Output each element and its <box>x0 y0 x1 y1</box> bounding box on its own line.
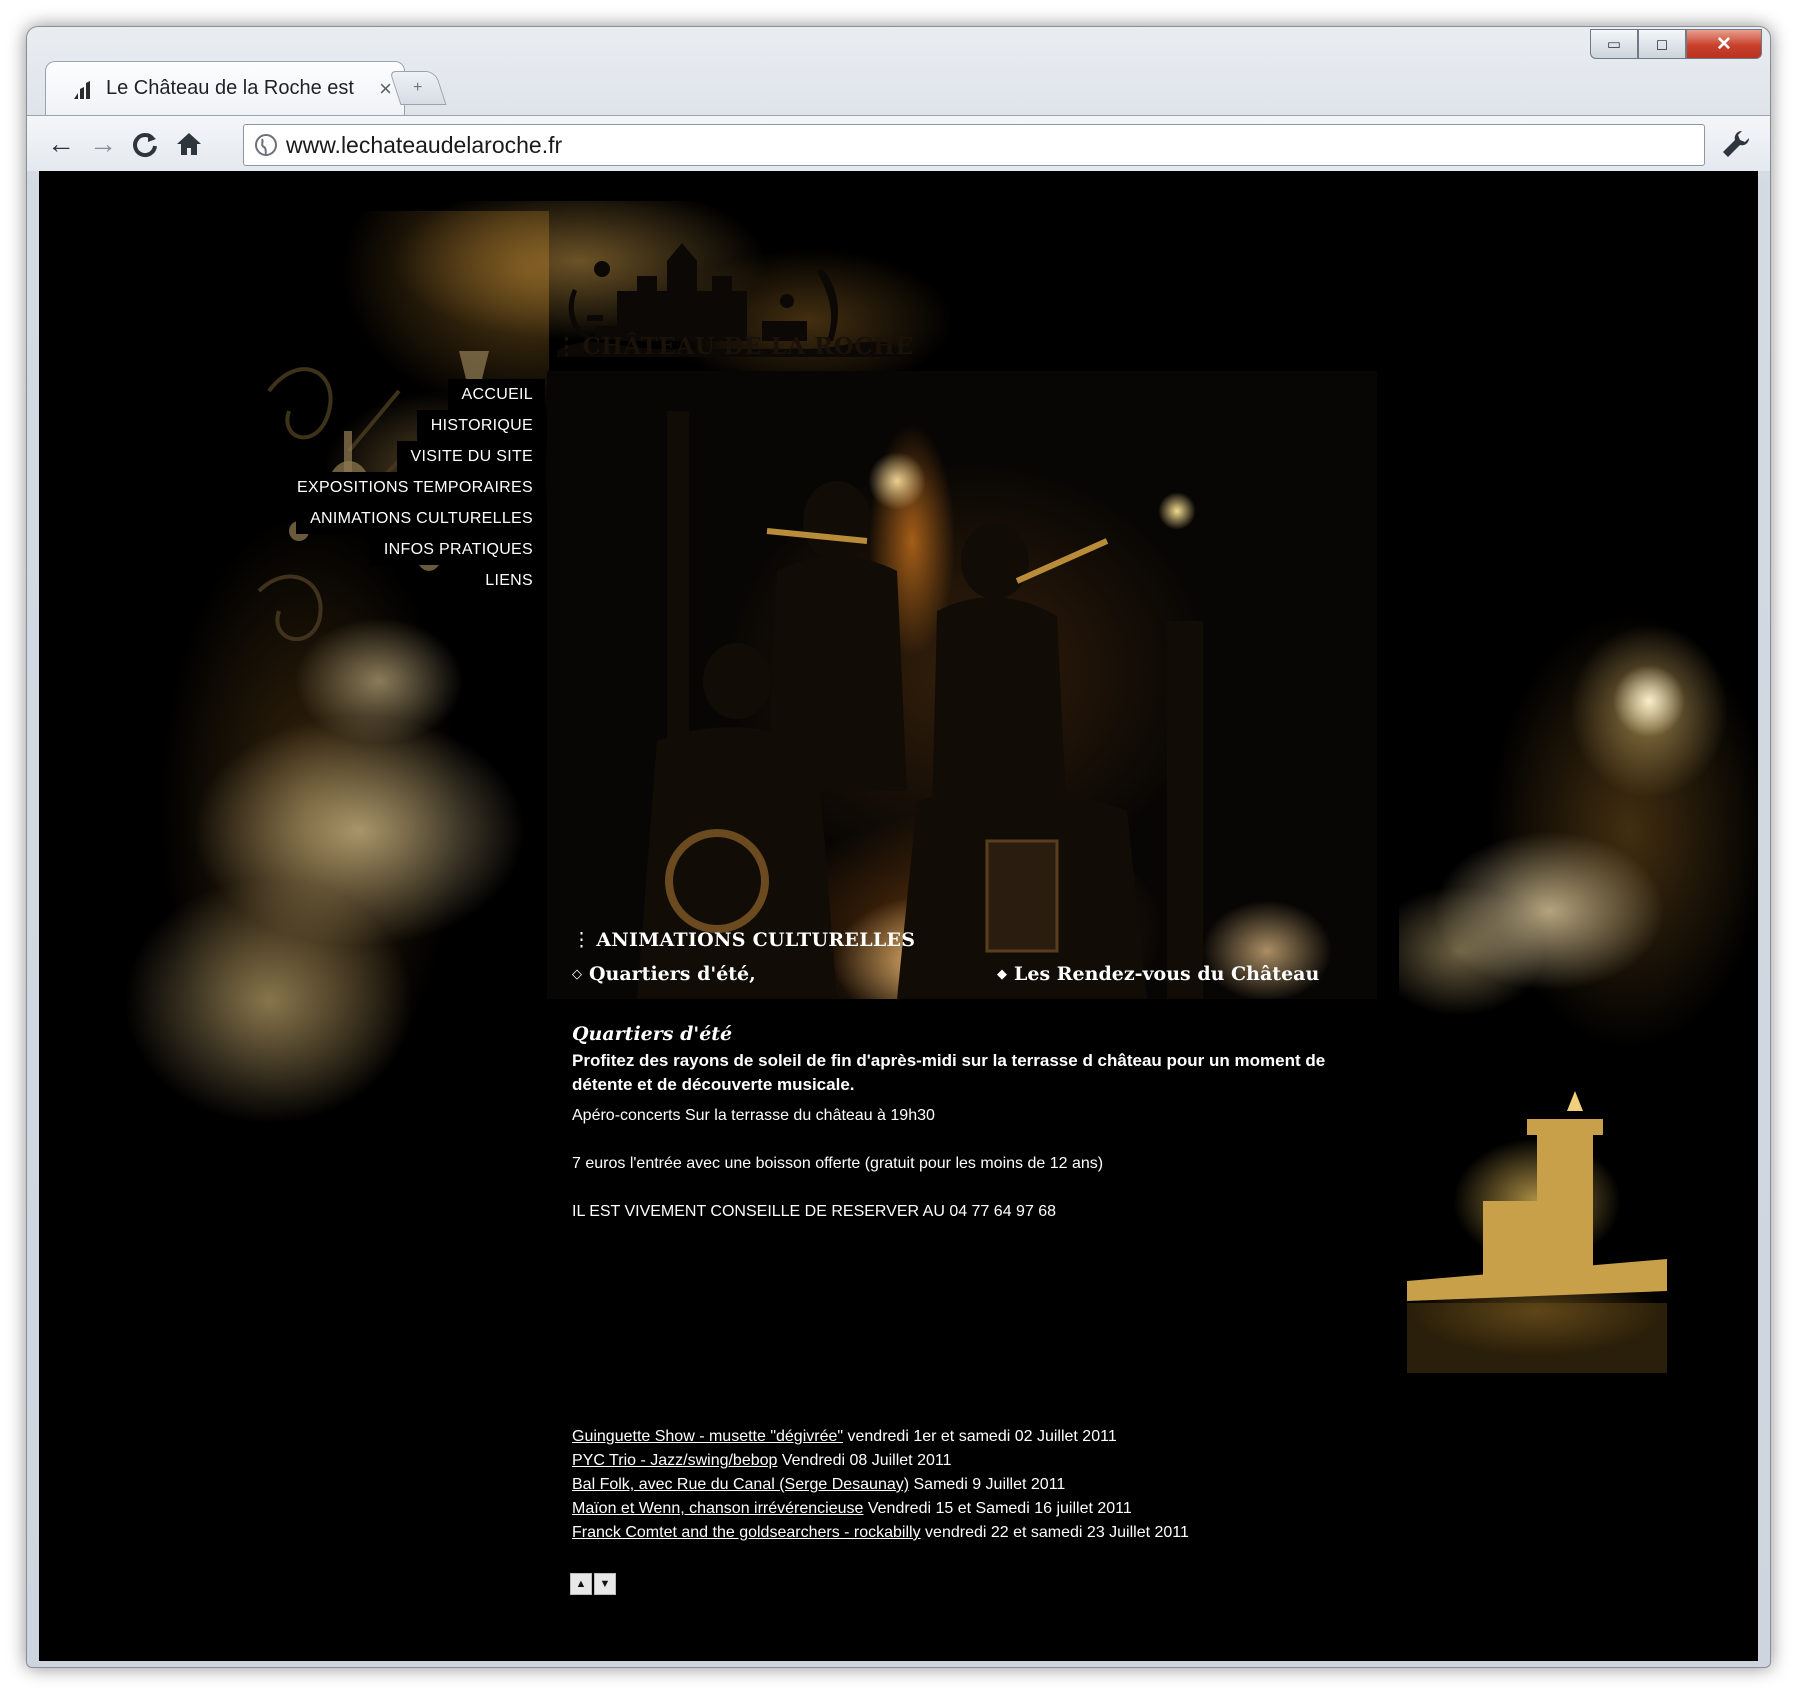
hero-photo-musicians <box>547 371 1377 999</box>
new-tab-icon: + <box>413 79 423 96</box>
close-window-button[interactable]: ✕ <box>1686 29 1762 59</box>
content-heading: Quartiers d'été <box>572 1023 733 1045</box>
home-icon <box>177 133 201 155</box>
subnav-label: Les Rendez-vous du Château <box>1014 963 1320 985</box>
home-button[interactable] <box>171 126 207 162</box>
forward-button[interactable]: → <box>85 126 121 162</box>
maximize-button[interactable]: ◻ <box>1638 29 1686 59</box>
price-text: 7 euros l'entrée avec une boisson offert… <box>572 1155 1104 1172</box>
list-item: PYC Trio - Jazz/swing/bebop Vendredi 08 … <box>572 1449 1189 1473</box>
menu-item-animations-culturelles[interactable]: ANIMATIONS CULTURELLES <box>296 503 545 534</box>
site-logo-text[interactable]: ⋮ CHÂTEAU DE LA ROCHE <box>555 333 913 360</box>
scroll-up-button[interactable]: ▲ <box>570 1573 592 1595</box>
back-arrow-icon: ← <box>47 128 75 159</box>
subnav-label: Quartiers d'été, <box>589 963 756 985</box>
events-list: Guinguette Show - musette "dégivrée" ven… <box>572 1425 1189 1545</box>
subnav-rendez-vous[interactable]: ◆ Les Rendez-vous du Château <box>997 963 1319 985</box>
browser-tab[interactable]: Le Château de la Roche est × <box>45 61 405 115</box>
aperitif-text: Apéro-concerts Sur la terrasse du châtea… <box>572 1107 935 1124</box>
event-date: vendredi 22 et samedi 23 Juillet 2011 <box>920 1524 1189 1541</box>
menu-item-liens[interactable]: LIENS <box>471 565 545 596</box>
reload-button[interactable] <box>127 126 163 162</box>
tab-close-icon[interactable]: × <box>379 76 392 102</box>
list-item: Guinguette Show - musette "dégivrée" ven… <box>572 1425 1189 1449</box>
page-viewport: ⋮ CHÂTEAU DE LA ROCHE ACCUEIL HISTORIQUE … <box>39 171 1758 1661</box>
forward-arrow-icon: → <box>89 128 117 159</box>
list-item: Bal Folk, avec Rue du Canal (Serge Desau… <box>572 1473 1189 1497</box>
menu-item-visite-du-site[interactable]: VISITE DU SITE <box>396 441 545 472</box>
reservation-text: IL EST VIVEMENT CONSEILLE DE RESERVER AU… <box>572 1203 1057 1220</box>
event-link[interactable]: Bal Folk, avec Rue du Canal (Serge Desau… <box>572 1476 909 1493</box>
window-controls: ▭ ◻ ✕ <box>1590 29 1762 59</box>
main-menu: ACCUEIL HISTORIQUE VISITE DU SITE EXPOSI… <box>283 379 545 596</box>
address-bar[interactable]: www.lechateaudelaroche.fr <box>243 124 1705 166</box>
event-link[interactable]: Maïon et Wenn, chanson irrévérencieuse <box>572 1500 863 1517</box>
event-link[interactable]: Franck Comtet and the goldsearchers - ro… <box>572 1524 921 1541</box>
globe-icon <box>255 134 277 156</box>
list-item: Maïon et Wenn, chanson irrévérencieuse V… <box>572 1497 1189 1521</box>
event-link[interactable]: Guinguette Show - musette "dégivrée" <box>572 1428 843 1445</box>
list-item: Franck Comtet and the goldsearchers - ro… <box>572 1521 1189 1545</box>
content-scroll-arrows: ▲ ▼ <box>570 1573 616 1595</box>
site-favicon-icon <box>74 80 90 99</box>
fireworks-background-right <box>1399 551 1758 1111</box>
intro-text: Profitez des rayons de soleil de fin d'a… <box>572 1051 1326 1094</box>
new-tab-button[interactable]: + <box>389 71 447 105</box>
logo-prefix: ⋮ <box>555 333 579 360</box>
browser-window: ▭ ◻ ✕ Le Château de la Roche est × + ← → <box>26 26 1771 1668</box>
event-date: Samedi 9 Juillet 2011 <box>909 1476 1066 1493</box>
menu-item-accueil[interactable]: ACCUEIL <box>447 379 545 410</box>
url-text: www.lechateaudelaroche.fr <box>286 131 563 158</box>
musicians-silhouette-icon <box>637 411 1203 999</box>
event-date: Vendredi 15 et Samedi 16 juillet 2011 <box>863 1500 1132 1517</box>
diamond-filled-icon: ◆ <box>997 966 1007 982</box>
tab-title: Le Château de la Roche est <box>106 77 354 99</box>
menu-item-historique[interactable]: HISTORIQUE <box>416 410 545 441</box>
logo-title: CHÂTEAU DE LA ROCHE <box>582 333 914 360</box>
section-prefix: ⋮ <box>572 929 592 951</box>
menu-item-expositions-temporaires[interactable]: EXPOSITIONS TEMPORAIRES <box>283 472 545 503</box>
castle-night-photo <box>1387 1091 1687 1391</box>
reload-icon <box>133 133 157 158</box>
menu-item-infos-pratiques[interactable]: INFOS PRATIQUES <box>369 534 545 565</box>
subnav-quartiers-ete[interactable]: ◇ Quartiers d'été, <box>572 963 756 985</box>
castle-illuminated-icon <box>1407 1091 1667 1373</box>
diamond-outline-icon: ◇ <box>572 966 582 982</box>
browser-toolbar: ← → www.lechateaudelaroche.fr <box>27 115 1770 171</box>
minimize-button[interactable]: ▭ <box>1590 29 1638 59</box>
event-link[interactable]: PYC Trio - Jazz/swing/bebop <box>572 1452 777 1469</box>
wrench-icon[interactable] <box>1720 128 1752 160</box>
event-date: vendredi 1er et samedi 02 Juillet 2011 <box>843 1428 1117 1445</box>
scroll-down-button[interactable]: ▼ <box>594 1573 616 1595</box>
event-date: Vendredi 08 Juillet 2011 <box>777 1452 952 1469</box>
back-button[interactable]: ← <box>43 126 79 162</box>
section-title-text: ANIMATIONS CULTURELLES <box>596 929 916 951</box>
section-title: ⋮ ANIMATIONS CULTURELLES <box>572 929 915 951</box>
